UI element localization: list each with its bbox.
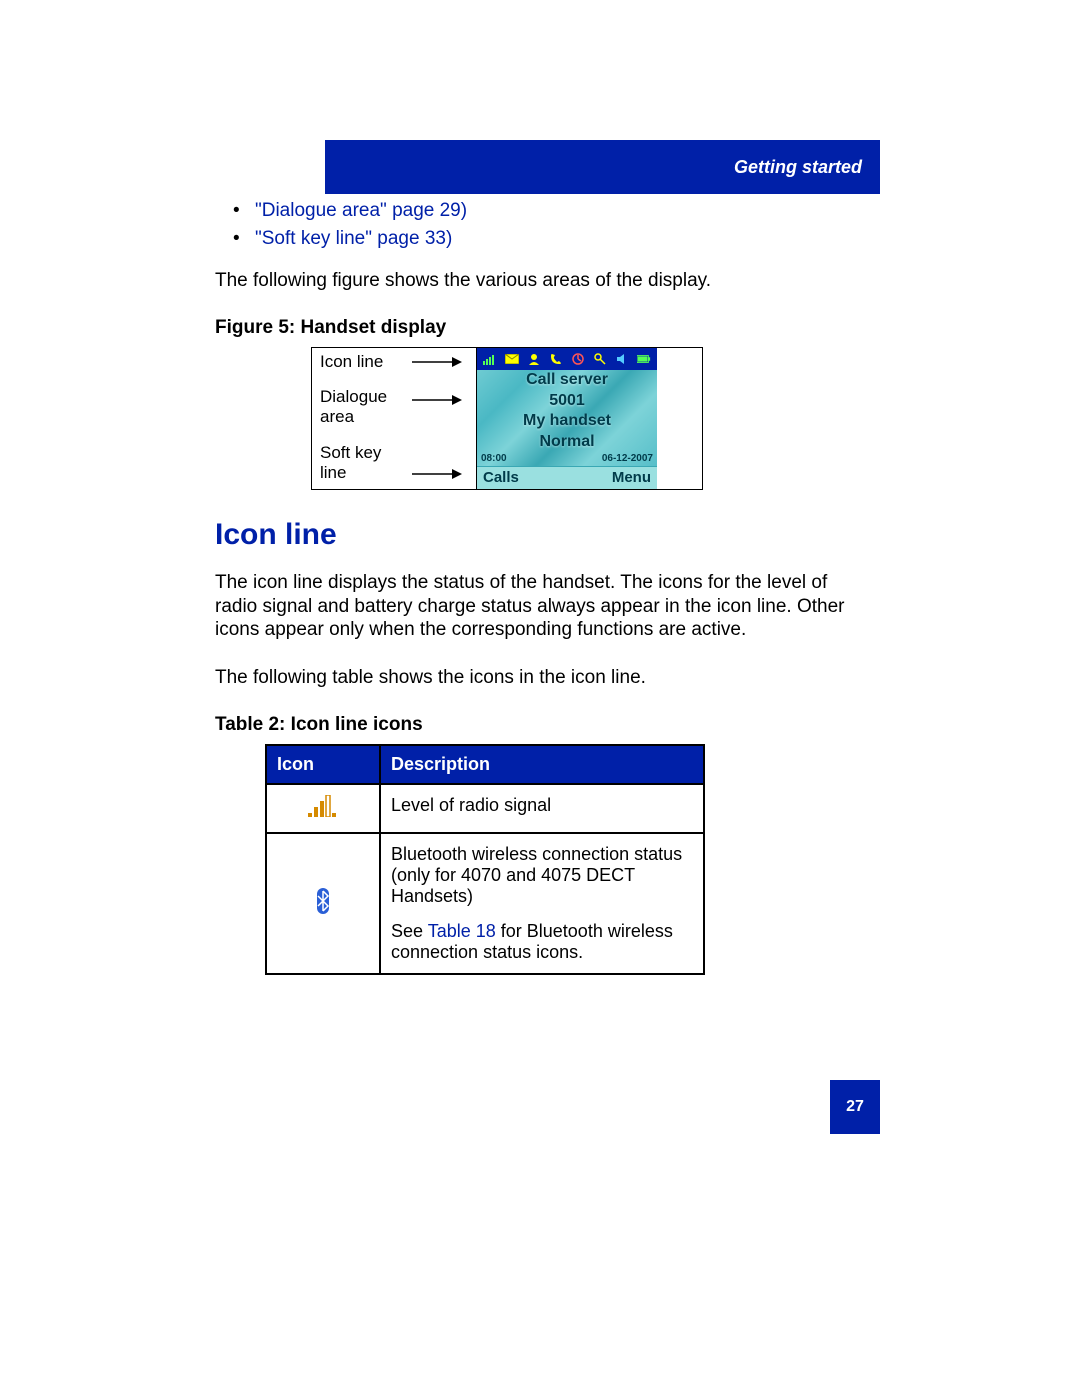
icon-line-heading: Icon line	[215, 518, 865, 552]
bluetooth-icon-cell	[266, 833, 380, 974]
list-item: "Soft key line" page 33)	[215, 228, 865, 250]
table-caption: Table 2: Icon line icons	[215, 714, 865, 736]
softkey-label-line2: line	[320, 463, 400, 483]
dialogue-line-3: My handset	[523, 411, 611, 432]
softkey-left: Calls	[483, 469, 519, 486]
page-header-bar: Getting started	[325, 140, 880, 194]
clock-icon	[571, 352, 585, 366]
softkey-right: Menu	[612, 469, 651, 486]
icon-line-label: Icon line	[320, 352, 400, 372]
signal-icon	[483, 352, 497, 366]
dialogue-line-4: Normal	[539, 432, 594, 453]
icon-line-table: Icon Description Le	[265, 744, 705, 975]
th-description: Description	[380, 745, 704, 784]
section-title: Getting started	[734, 157, 862, 178]
arrow-icon	[404, 355, 470, 369]
phone-dialogue-area: Call server 5001 My handset Normal	[477, 370, 657, 453]
bt-desc-part2: See Table 18 for Bluetooth wireless conn…	[391, 921, 693, 963]
icon-line-paragraph-2: The following table shows the icons in t…	[215, 666, 865, 690]
bt-desc-part1: Bluetooth wireless connection status (on…	[391, 844, 693, 907]
table-row: Bluetooth wireless connection status (on…	[266, 833, 704, 974]
signal-icon-cell	[266, 784, 380, 833]
softkey-label-line1: Soft key	[320, 443, 400, 463]
softkey-label-row: Soft key line	[320, 443, 470, 483]
key-icon	[593, 352, 607, 366]
phone-timestamps: 08:00 06-12-2007	[477, 453, 657, 466]
person-icon	[527, 352, 541, 366]
bt-see-text: See	[391, 921, 428, 941]
th-icon: Icon	[266, 745, 380, 784]
page-number-text: 27	[846, 1098, 864, 1116]
dialogue-line-2: 5001	[549, 391, 585, 412]
table-18-link[interactable]: Table 18	[428, 921, 496, 941]
soft-key-line-link[interactable]: "Soft key line" page 33)	[255, 228, 452, 249]
figure-labels: Icon line Dialogue area Soft key	[312, 348, 476, 489]
phone-time: 08:00	[481, 453, 507, 464]
bluetooth-icon	[314, 898, 332, 918]
table-row: Level of radio signal	[266, 784, 704, 833]
phone-icon-line	[477, 348, 657, 370]
signal-icon	[308, 801, 338, 821]
page-content: "Dialogue area" page 29) "Soft key line"…	[215, 200, 865, 975]
list-item: "Dialogue area" page 29)	[215, 200, 865, 222]
handset-display: Call server 5001 My handset Normal 08:00…	[476, 348, 657, 489]
arrow-icon	[404, 393, 470, 407]
envelope-icon	[505, 352, 519, 366]
intro-paragraph: The following figure shows the various a…	[215, 269, 865, 293]
dialogue-label-line2: area	[320, 407, 400, 427]
signal-description: Level of radio signal	[380, 784, 704, 833]
arrow-icon	[404, 467, 470, 481]
dialogue-area-label-row: Dialogue area	[320, 387, 470, 427]
bluetooth-description: Bluetooth wireless connection status (on…	[380, 833, 704, 974]
dialogue-label-line1: Dialogue	[320, 387, 400, 407]
page-number: 27	[830, 1080, 880, 1134]
dialogue-area-link[interactable]: "Dialogue area" page 29)	[255, 200, 467, 221]
icon-line-label-row: Icon line	[320, 352, 470, 372]
icon-line-paragraph-1: The icon line displays the status of the…	[215, 571, 865, 642]
reference-list: "Dialogue area" page 29) "Soft key line"…	[215, 200, 865, 250]
figure-caption: Figure 5: Handset display	[215, 317, 865, 339]
phone-icon	[549, 352, 563, 366]
dialogue-line-1: Call server	[526, 370, 608, 391]
speaker-icon	[615, 352, 629, 366]
figure-box: Icon line Dialogue area Soft key	[311, 347, 703, 490]
phone-softkey-line: Calls Menu	[477, 466, 657, 489]
battery-icon	[637, 352, 651, 366]
phone-date: 06-12-2007	[602, 453, 653, 464]
table-header-row: Icon Description	[266, 745, 704, 784]
